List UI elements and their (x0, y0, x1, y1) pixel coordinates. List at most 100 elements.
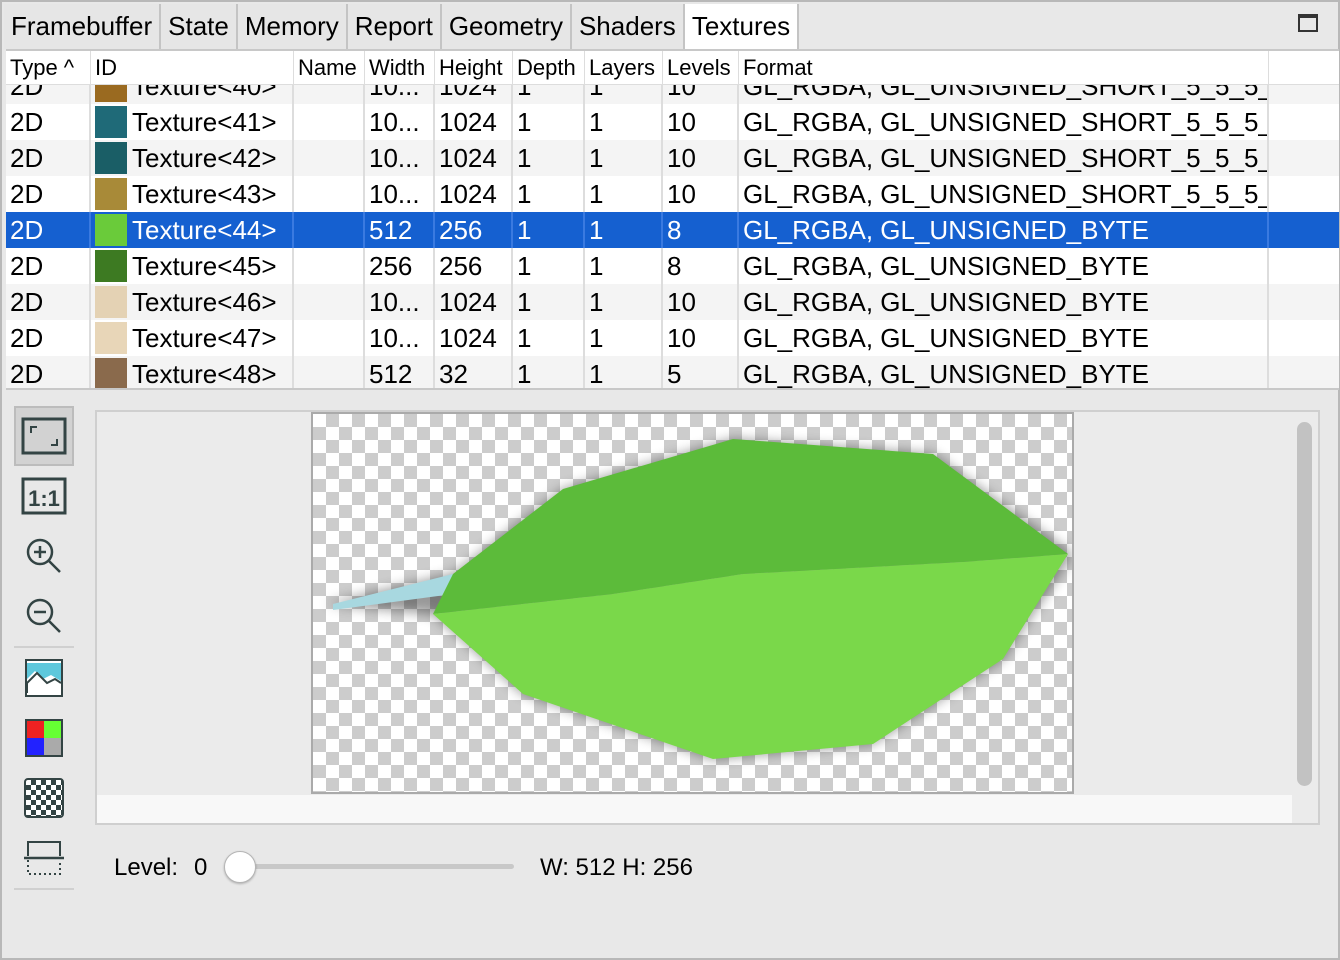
tab-memory[interactable]: Memory (237, 4, 348, 49)
cell-format: GL_RGBA, GL_UNSIGNED_SHORT_5_5_5_1 (739, 104, 1269, 140)
depth-text: 1 (517, 143, 532, 173)
cell-filler (1269, 212, 1339, 248)
cell-width: 10... (365, 176, 435, 212)
cell-height: 256 (435, 248, 513, 284)
cell-format: GL_RGBA, GL_UNSIGNED_SHORT_5_5_5_1 (739, 176, 1269, 212)
column-header[interactable]: Type ^ (6, 51, 91, 84)
flip-icon (24, 841, 64, 875)
cell-type: 2D (6, 320, 91, 356)
horizontal-scrollbar[interactable] (97, 795, 1292, 823)
cell-type: 2D (6, 356, 91, 389)
flip-button[interactable] (14, 828, 74, 888)
texture-thumbnail (95, 322, 127, 354)
levels-text: 5 (667, 359, 682, 389)
cell-filler (1269, 356, 1339, 388)
texture-viewer[interactable] (95, 410, 1320, 825)
levels-text: 10 (667, 287, 696, 317)
texture-thumbnail (95, 358, 127, 388)
cell-filler (1269, 284, 1339, 320)
tab-shaders[interactable]: Shaders (571, 4, 685, 49)
tab-textures[interactable]: Textures (684, 4, 800, 51)
layers-text: 1 (589, 215, 604, 245)
column-header-filler (1269, 51, 1339, 84)
table-row[interactable]: 2D Texture<42> 10... 1024 1 1 10 GL_RGBA, GL_UN… (6, 140, 1339, 176)
cell-height: 1024 (435, 320, 513, 356)
cell-levels: 10 (663, 284, 739, 320)
cell-height: 1024 (435, 176, 513, 212)
column-header[interactable]: Name (294, 51, 365, 84)
cell-name (294, 212, 365, 248)
actual-size-icon: 1:1 (21, 477, 67, 515)
fit-to-window-button[interactable] (14, 406, 74, 466)
cell-type: 2D (6, 248, 91, 284)
cell-layers: 1 (585, 284, 663, 320)
column-header[interactable]: Levels (663, 51, 739, 84)
level-slider[interactable] (240, 864, 514, 869)
zoom-out-button[interactable] (14, 586, 74, 646)
table-row[interactable]: 2D Texture<47> 10... 1024 1 1 10 GL_RGBA, GL_UN… (6, 320, 1339, 356)
depth-text: 1 (517, 179, 532, 209)
width-text: 10... (369, 323, 420, 353)
tab-state[interactable]: State (161, 4, 238, 49)
texture-thumbnail (95, 250, 127, 282)
cell-levels: 5 (663, 356, 739, 389)
column-header[interactable]: Height (435, 51, 513, 84)
cell-layers: 1 (585, 212, 663, 248)
table-row[interactable]: 2D Texture<41> 10... 1024 1 1 10 GL_RGBA, GL_UN… (6, 104, 1339, 140)
table-row[interactable]: 2D Texture<45> 256 256 1 1 8 GL_RGBA, GL_UNSIGN… (6, 248, 1339, 284)
column-header[interactable]: Layers (585, 51, 663, 84)
cell-levels: 10 (663, 176, 739, 212)
cell-levels: 10 (663, 104, 739, 140)
color-channels-button[interactable] (14, 708, 74, 768)
height-text: 1024 (439, 323, 497, 353)
format-text: GL_RGBA, GL_UNSIGNED_BYTE (743, 215, 1150, 245)
textures-window: Framebuffer State Memory Report Geometry Shad… (0, 0, 1340, 960)
cell-name (294, 176, 365, 212)
column-header[interactable]: Format (739, 51, 1269, 84)
cell-name (294, 320, 365, 356)
cell-layers: 1 (585, 104, 663, 140)
maximize-icon[interactable] (1298, 14, 1318, 32)
width-text: 512 (369, 359, 413, 389)
levels-text: 10 (667, 107, 696, 137)
height-text: 1024 (439, 107, 497, 137)
type-text: 2D (10, 359, 44, 389)
zoom-in-button[interactable] (14, 526, 74, 586)
table-row[interactable]: 2D Texture<43> 10... 1024 1 1 10 GL_RGBA, GL_UN… (6, 176, 1339, 212)
width-text: 10... (369, 179, 420, 209)
depth-text: 1 (517, 107, 532, 137)
cell-name (294, 248, 365, 284)
texture-preview (311, 412, 1074, 794)
height-text: 256 (439, 251, 483, 281)
table-row[interactable]: 2D Texture<46> 10... 1024 1 1 10 GL_RGBA, GL_UN… (6, 284, 1339, 320)
checkerboard-button[interactable] (14, 768, 74, 828)
tab-report[interactable]: Report (347, 4, 442, 49)
image-button[interactable] (14, 648, 74, 708)
cell-type: 2D (6, 212, 91, 248)
tab-geometry[interactable]: Geometry (441, 4, 572, 49)
column-header[interactable]: ID (91, 51, 294, 84)
table-row[interactable]: 2D Texture<44> 512 256 1 1 8 GL_RGBA, GL_UNSIGN… (6, 212, 1339, 248)
texture-dimensions: W: 512 H: 256 (540, 854, 693, 881)
layers-text: 1 (589, 143, 604, 173)
id-text: Texture<48> (132, 359, 277, 389)
table-row[interactable]: 2D Texture<48> 512 32 1 1 5 GL_RGBA, GL_UNSIGNE… (6, 356, 1339, 389)
tab-framebuffer[interactable]: Framebuffer (4, 4, 162, 49)
cell-width: 512 (365, 356, 435, 389)
cell-name (294, 284, 365, 320)
format-text: GL_RGBA, GL_UNSIGNED_BYTE (743, 251, 1150, 281)
cell-layers: 1 (585, 356, 663, 388)
actual-size-button[interactable]: 1:1 (14, 466, 74, 526)
level-slider-handle[interactable] (224, 851, 256, 883)
cell-height: 256 (435, 212, 513, 248)
column-header[interactable]: Depth (513, 51, 585, 84)
cell-id: Texture<44> (91, 212, 294, 248)
vertical-scrollbar[interactable] (1297, 422, 1312, 786)
levels-text: 10 (667, 323, 696, 353)
height-text: 1024 (439, 179, 497, 209)
column-header[interactable]: Width (365, 51, 435, 84)
cell-format: GL_RGBA, GL_UNSIGNED_BYTE (739, 248, 1269, 284)
type-text: 2D (10, 107, 44, 137)
texture-thumbnail (95, 178, 127, 210)
cell-depth: 1 (513, 284, 585, 320)
